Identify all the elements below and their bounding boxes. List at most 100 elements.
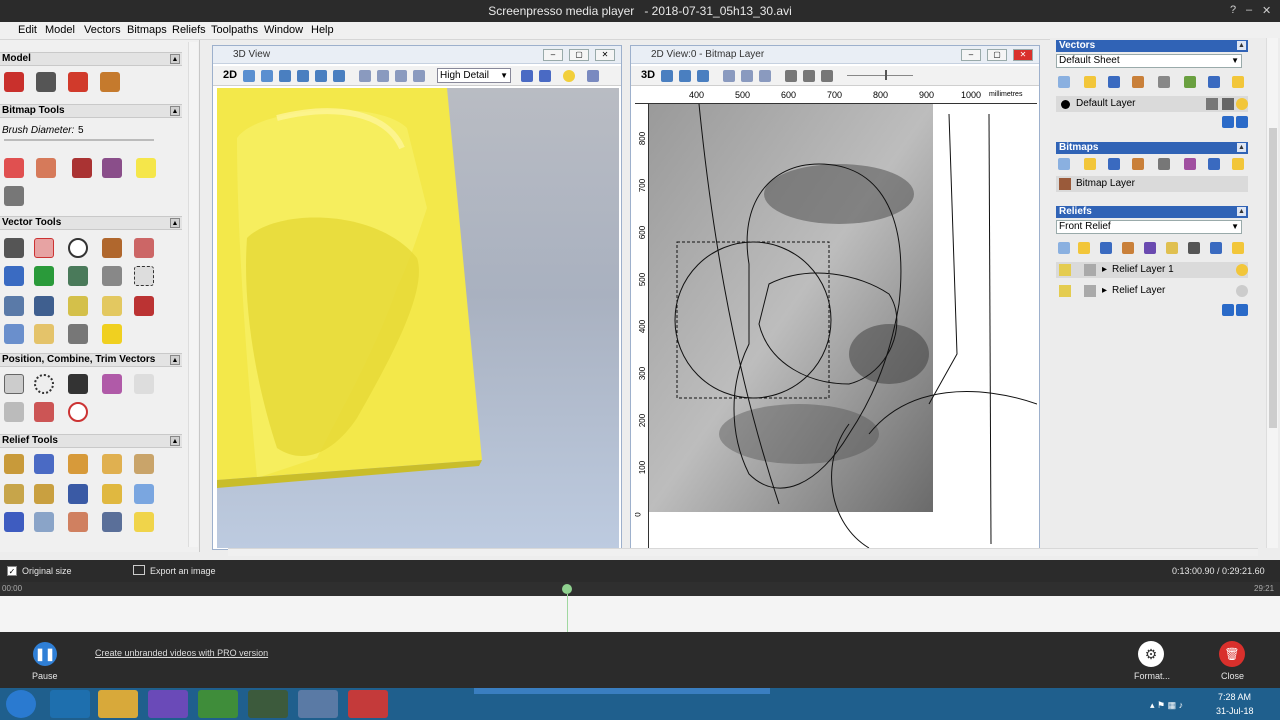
reliefs-header[interactable]: Reliefs ▲ [1056,206,1248,218]
minimize-icon[interactable]: – [543,49,563,61]
zoom-in-icon[interactable] [279,70,291,82]
vectors-header[interactable]: Vectors ▲ [1056,40,1248,52]
expand-icon[interactable]: ▸ [1102,262,1107,278]
vector-tool-icon[interactable] [134,266,154,286]
layer-tool-icon[interactable] [1158,158,1170,170]
relief-tool-icon[interactable] [68,454,88,474]
internet-explorer-icon[interactable] [50,690,90,718]
relief-tool-icon[interactable] [102,484,122,504]
bitmap-tool-icon[interactable] [72,158,92,178]
relief-tool-icon[interactable] [34,512,54,532]
vector-tool-icon[interactable] [102,296,122,316]
vector-tool-icon[interactable] [68,296,88,316]
vector-tool-icon[interactable] [4,266,24,286]
maximize-icon[interactable]: ▢ [987,49,1007,61]
layer-tool-icon[interactable] [1132,158,1144,170]
scrollbar-thumb[interactable] [1269,128,1277,428]
close-window-button[interactable]: ✕ [1262,4,1271,17]
move-icon[interactable] [261,70,273,82]
vector-tool-icon[interactable] [4,324,24,344]
zoom-fit-icon[interactable] [315,70,327,82]
visibility-icon[interactable] [1236,264,1248,276]
relief-tool-icon[interactable] [34,484,54,504]
menu-help[interactable]: Help [311,24,334,36]
layer-tool-icon[interactable] [1144,242,1156,254]
chrome-icon[interactable] [198,690,238,718]
wrench-icon[interactable]: ⚙ [1138,641,1164,667]
view-tool-icon[interactable] [539,70,551,82]
view-tool-icon[interactable] [587,70,599,82]
new-layer-icon[interactable] [1058,76,1070,88]
nest-icon[interactable] [68,374,88,394]
tray-icons[interactable]: ▴ ⚑ ▦ ♪ [1150,700,1210,710]
relief-tool-icon[interactable] [4,454,24,474]
calculator-icon[interactable] [36,72,56,92]
save-icon[interactable] [1100,242,1112,254]
help-button[interactable]: ? [1230,4,1236,16]
move-down-icon[interactable] [1236,116,1248,128]
vector-tool-icon[interactable] [34,324,54,344]
delete-icon[interactable] [1208,158,1220,170]
project-panel-scrollbar[interactable] [1266,38,1278,548]
paint-brush-icon[interactable] [4,158,24,178]
minimize-button[interactable]: – [1246,4,1252,16]
tool-panel-scrollbar[interactable] [188,42,198,547]
position-tool-icon[interactable] [34,402,54,422]
zoom-out-icon[interactable] [297,70,309,82]
brush-diameter-slider[interactable] [4,139,154,141]
star-icon[interactable] [4,512,24,532]
model-tool-icon[interactable] [4,72,24,92]
view-cube-icon[interactable] [395,70,407,82]
workspace-horizontal-scrollbar[interactable] [228,548,1258,556]
layer-tool-icon[interactable] [803,70,815,82]
position-tool-icon[interactable] [102,374,122,394]
menu-toolpaths[interactable]: Toolpaths [211,24,258,36]
relief-tool-icon[interactable] [68,512,88,532]
layer-tool-icon[interactable] [1122,242,1134,254]
bitmap-tool-icon[interactable] [36,158,56,178]
menu-reliefs[interactable]: Reliefs [172,24,206,36]
bitmap-tool-icon[interactable] [136,158,156,178]
close-icon[interactable]: ✕ [595,49,615,61]
position-tool-icon[interactable] [134,374,154,394]
trash-icon[interactable]: 🗑 [1219,641,1245,667]
relief-tool-icon[interactable] [134,454,154,474]
model-tool-icon[interactable] [100,72,120,92]
scissors-icon[interactable] [134,296,154,316]
vector-tool-icon[interactable] [68,324,88,344]
collapse-icon[interactable]: ▲ [1237,207,1246,216]
collapse-icon[interactable]: ▲ [1237,41,1246,50]
view-tool-icon[interactable] [521,70,533,82]
artcam-icon[interactable] [298,690,338,718]
open-folder-icon[interactable] [1084,76,1096,88]
relief-tool-icon[interactable] [134,512,154,532]
screenpresso-icon[interactable] [348,690,388,718]
collapse-icon[interactable]: ▲ [170,436,180,446]
layer-tool-icon[interactable] [1158,76,1170,88]
transform-icon[interactable] [34,238,54,258]
pen-icon[interactable] [4,186,24,206]
menu-vectors[interactable]: Vectors [84,24,121,36]
bitmap-tool-icon[interactable] [102,158,122,178]
relief-select[interactable]: Front Relief ▼ [1056,220,1242,234]
layer-tool-icon[interactable] [821,70,833,82]
zoom-out-icon[interactable] [679,70,691,82]
playhead-handle[interactable] [562,584,572,594]
lightbulb-icon[interactable] [1232,242,1244,254]
section-position-combine-trim[interactable]: Position, Combine, Trim Vectors ▲ [0,353,182,367]
layer-row-bitmap[interactable]: Bitmap Layer [1056,176,1248,192]
vector-tool-icon[interactable] [134,238,154,258]
save-icon[interactable] [1108,158,1120,170]
expand-icon[interactable]: ▸ [1102,283,1107,299]
start-button[interactable] [6,690,36,718]
blend-slider[interactable] [847,75,913,76]
2d-view-canvas[interactable]: 400 500 600 700 800 900 1000 millimetres… [635,88,1037,548]
vector-sheet-select[interactable]: Default Sheet ▼ [1056,54,1242,68]
vector-tool-icon[interactable] [4,296,24,316]
section-vector-tools[interactable]: Vector Tools ▲ [0,216,182,230]
3d-toggle-button[interactable]: 3D [641,69,655,81]
visibility-icon[interactable] [1236,285,1248,297]
menu-edit[interactable]: Edit [18,24,37,36]
move-down-icon[interactable] [1236,304,1248,316]
minimize-icon[interactable]: – [961,49,981,61]
